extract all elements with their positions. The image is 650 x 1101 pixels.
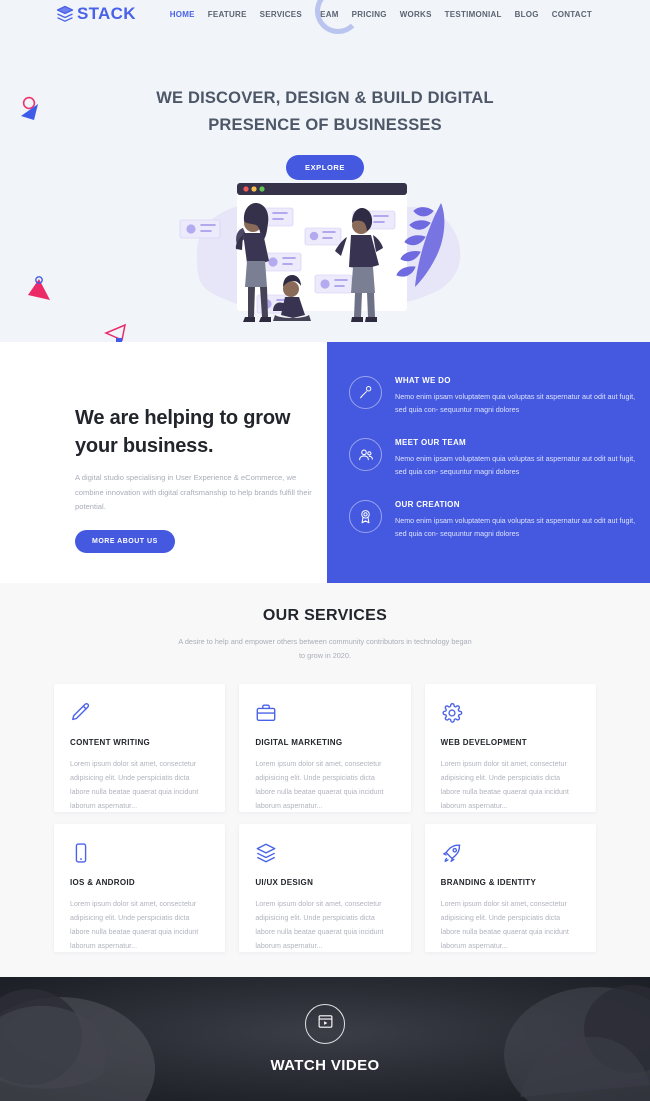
hero-section: STACK HOME FEATURE SERVICES TEAM PRICING…: [0, 0, 650, 342]
service-card-web-development[interactable]: WEB DEVELOPMENT Lorem ipsum dolor sit am…: [424, 684, 596, 813]
microphone-icon: [349, 376, 382, 409]
nav-links: HOME FEATURE SERVICES TEAM PRICING WORKS…: [170, 10, 592, 19]
service-card-body: Lorem ipsum dolor sit amet, consectetur …: [70, 900, 199, 950]
more-about-us-button[interactable]: MORE ABOUT US: [75, 530, 175, 554]
hero-title: WE DISCOVER, DESIGN & BUILD DIGITAL PRES…: [0, 85, 650, 138]
hero-title-line2: PRESENCE OF BUSINESSES: [208, 115, 442, 134]
nav-item-feature[interactable]: FEATURE: [208, 10, 247, 19]
rocket-icon: [441, 842, 579, 870]
feature-body: OUR CREATION Nemo enim ipsam voluptatem …: [395, 500, 640, 540]
brand-logo[interactable]: STACK: [55, 4, 136, 24]
layers-icon: [255, 842, 393, 870]
service-card-title: UI/UX DESIGN: [255, 878, 314, 888]
feature-title: MEET OUR TEAM: [395, 438, 467, 448]
services-subtitle: A desire to help and empower others betw…: [178, 637, 472, 661]
video-content: WATCH VIDEO: [0, 977, 650, 1101]
brand-name: STACK: [77, 4, 136, 23]
feature-item-our-creation[interactable]: OUR CREATION Nemo enim ipsam voluptatem …: [349, 500, 635, 540]
nav-item-home[interactable]: HOME: [170, 10, 195, 19]
service-card-title: IOS & ANDROID: [70, 878, 135, 888]
about-heading: We are helping to grow your business.: [75, 404, 325, 461]
loading-spinner: [315, 0, 361, 34]
hero-heading-block: WE DISCOVER, DESIGN & BUILD DIGITAL PRES…: [0, 85, 650, 181]
services-title: OUR SERVICES: [262, 607, 388, 624]
mobile-phone-icon: [70, 842, 208, 870]
nav-item-contact[interactable]: CONTACT: [552, 10, 592, 19]
service-card-content-writing[interactable]: CONTENT WRITING Lorem ipsum dolor sit am…: [54, 684, 226, 813]
users-group-icon: [349, 438, 382, 472]
about-block: We are helping to grow your business. A …: [75, 404, 325, 554]
about-heading-line2: your business.: [75, 435, 214, 458]
briefcase-icon: [255, 702, 393, 730]
services-card-grid: CONTENT WRITING Lorem ipsum dolor sit am…: [54, 684, 596, 953]
feature-text: Nemo enim ipsam voluptatem quia voluptas…: [395, 516, 636, 538]
features-panel: WHAT WE DO Nemo enim ipsam voluptatem qu…: [327, 342, 650, 583]
layers-icon: [55, 4, 75, 24]
service-card-body: Lorem ipsum dolor sit amet, consectetur …: [440, 900, 569, 950]
pencil-icon: [70, 702, 208, 730]
service-card-branding-identity[interactable]: BRANDING & IDENTITY Lorem ipsum dolor si…: [424, 824, 596, 953]
watch-video-section: WATCH VIDEO: [0, 977, 650, 1101]
watch-video-title: WATCH VIDEO: [270, 1057, 380, 1074]
service-card-title: CONTENT WRITING: [70, 738, 151, 748]
video-window-play-icon: [317, 1013, 334, 1035]
watch-video-play-button[interactable]: [305, 1004, 345, 1044]
service-card-ui-ux-design[interactable]: UI/UX DESIGN Lorem ipsum dolor sit amet,…: [239, 824, 411, 953]
feature-body: WHAT WE DO Nemo enim ipsam voluptatem qu…: [395, 376, 640, 416]
service-card-title: BRANDING & IDENTITY: [440, 878, 537, 888]
service-card-body: Lorem ipsum dolor sit amet, consectetur …: [255, 760, 384, 810]
services-section: OUR SERVICES A desire to help and empowe…: [0, 583, 650, 977]
gear-icon: [441, 702, 579, 730]
feature-item-meet-our-team[interactable]: MEET OUR TEAM Nemo enim ipsam voluptatem…: [349, 438, 635, 478]
nav-item-services[interactable]: SERVICES: [260, 10, 302, 19]
nav-item-testimonial[interactable]: TESTIMONIAL: [445, 10, 502, 19]
service-card-digital-marketing[interactable]: DIGITAL MARKETING Lorem ipsum dolor sit …: [239, 684, 411, 813]
feature-body: MEET OUR TEAM Nemo enim ipsam voluptatem…: [395, 438, 640, 478]
feature-text: Nemo enim ipsam voluptatem quia voluptas…: [395, 392, 636, 414]
nav-item-works[interactable]: WORKS: [400, 10, 432, 19]
service-card-ios-android[interactable]: IOS & ANDROID Lorem ipsum dolor sit amet…: [54, 824, 226, 953]
nav-item-blog[interactable]: BLOG: [515, 10, 539, 19]
about-body: A digital studio specialising in User Ex…: [75, 472, 312, 512]
service-card-title: WEB DEVELOPMENT: [440, 738, 527, 748]
feature-title: OUR CREATION: [395, 500, 460, 510]
feature-item-what-we-do[interactable]: WHAT WE DO Nemo enim ipsam voluptatem qu…: [349, 376, 635, 416]
about-features-section: We are helping to grow your business. A …: [0, 342, 650, 583]
feature-title: WHAT WE DO: [395, 376, 451, 385]
hero-title-line1: WE DISCOVER, DESIGN & BUILD DIGITAL: [156, 89, 494, 107]
decor-pin-triangle-pink: [18, 96, 42, 127]
service-card-body: Lorem ipsum dolor sit amet, consectetur …: [70, 760, 199, 810]
service-card-body: Lorem ipsum dolor sit amet, consectetur …: [440, 760, 569, 810]
hero-illustration: [175, 175, 475, 335]
decor-triangle-pink-circle: [26, 276, 52, 309]
feature-text: Nemo enim ipsam voluptatem quia voluptas…: [395, 454, 636, 476]
service-card-title: DIGITAL MARKETING: [255, 738, 343, 748]
about-heading-line1: We are helping to grow: [75, 407, 291, 429]
service-card-body: Lorem ipsum dolor sit amet, consectetur …: [255, 900, 384, 950]
award-badge-icon: [349, 500, 382, 534]
decor-triangle-outline-pink-square: [103, 322, 127, 342]
